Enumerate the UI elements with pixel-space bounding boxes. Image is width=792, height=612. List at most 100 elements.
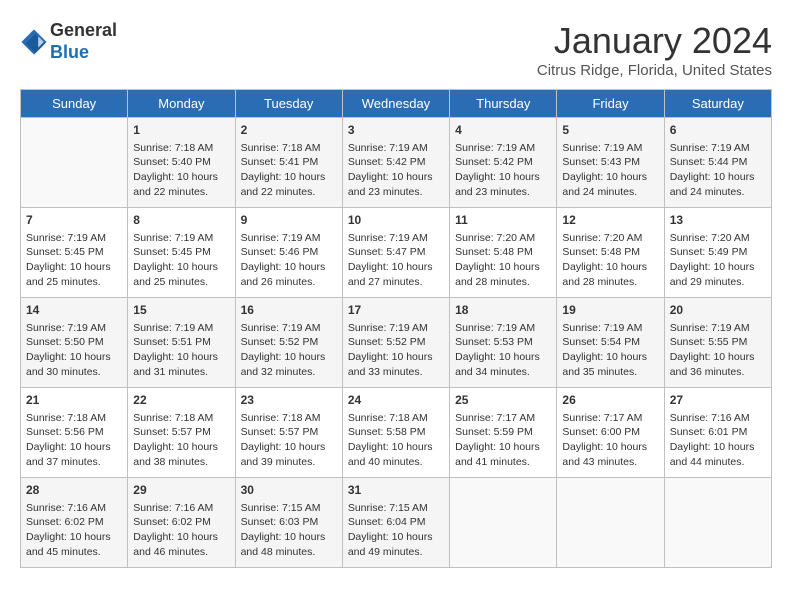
day-info: Sunrise: 7:19 AM Sunset: 5:50 PM Dayligh… — [26, 321, 122, 380]
day-number: 18 — [455, 302, 551, 319]
calendar-day-cell: 19 Sunrise: 7:19 AM Sunset: 5:54 PM Dayli… — [557, 298, 664, 388]
calendar-day-cell: 2 Sunrise: 7:18 AM Sunset: 5:41 PM Daylig… — [235, 118, 342, 208]
logo: General Blue — [20, 20, 117, 63]
calendar-day-cell: 15 Sunrise: 7:19 AM Sunset: 5:51 PM Dayli… — [128, 298, 235, 388]
calendar-day-cell: 1Sunrise: 7:18 AM Sunset: 5:40 PM Daylig… — [128, 118, 235, 208]
calendar-week-row: 14Sunrise: 7:19 AM Sunset: 5:50 PM Dayli… — [21, 298, 772, 388]
day-info: Sunrise: 7:15 AM Sunset: 6:04 PM Dayligh… — [348, 501, 444, 560]
day-info: Sunrise: 7:17 AM Sunset: 6:00 PM Dayligh… — [562, 411, 658, 470]
weekday-header-cell: Saturday — [664, 90, 771, 118]
day-info: Sunrise: 7:16 AM Sunset: 6:02 PM Dayligh… — [26, 501, 122, 560]
day-info: Sunrise: 7:16 AM Sunset: 6:02 PM Dayligh… — [133, 501, 229, 560]
day-number: 20 — [670, 302, 766, 319]
day-info: Sunrise: 7:19 AM Sunset: 5:47 PM Dayligh… — [348, 231, 444, 290]
day-number: 5 — [562, 122, 658, 139]
day-info: Sunrise: 7:19 AM Sunset: 5:53 PM Dayligh… — [455, 321, 551, 380]
day-info: Sunrise: 7:19 AM Sunset: 5:43 PM Dayligh… — [562, 141, 658, 200]
day-info: Sunrise: 7:20 AM Sunset: 5:48 PM Dayligh… — [455, 231, 551, 290]
day-info: Sunrise: 7:19 AM Sunset: 5:52 PM Dayligh… — [241, 321, 337, 380]
day-info: Sunrise: 7:15 AM Sunset: 6:03 PM Dayligh… — [241, 501, 337, 560]
day-number: 21 — [26, 392, 122, 409]
day-number: 15 — [133, 302, 229, 319]
day-number: 19 — [562, 302, 658, 319]
calendar-day-cell — [664, 478, 771, 568]
day-number: 6 — [670, 122, 766, 139]
day-info: Sunrise: 7:20 AM Sunset: 5:49 PM Dayligh… — [670, 231, 766, 290]
calendar-day-cell: 7 Sunrise: 7:19 AM Sunset: 5:45 PM Daylig… — [21, 208, 128, 298]
day-info: Sunrise: 7:18 AM Sunset: 5:58 PM Dayligh… — [348, 411, 444, 470]
day-number: 22 — [133, 392, 229, 409]
day-number: 9 — [241, 212, 337, 229]
day-number: 30 — [241, 482, 337, 499]
day-info: Sunrise: 7:19 AM Sunset: 5:54 PM Dayligh… — [562, 321, 658, 380]
calendar-day-cell — [21, 118, 128, 208]
day-info: Sunrise: 7:19 AM Sunset: 5:45 PM Dayligh… — [133, 231, 229, 290]
day-info: Sunrise: 7:19 AM Sunset: 5:52 PM Dayligh… — [348, 321, 444, 380]
day-info: Sunrise: 7:19 AM Sunset: 5:46 PM Dayligh… — [241, 231, 337, 290]
calendar-week-row: 28 Sunrise: 7:16 AM Sunset: 6:02 PM Dayli… — [21, 478, 772, 568]
calendar-day-cell: 27 Sunrise: 7:16 AM Sunset: 6:01 PM Dayli… — [664, 388, 771, 478]
calendar-day-cell: 13Sunrise: 7:20 AM Sunset: 5:49 PM Dayli… — [664, 208, 771, 298]
day-number: 10 — [348, 212, 444, 229]
calendar-day-cell: 5 Sunrise: 7:19 AM Sunset: 5:43 PM Daylig… — [557, 118, 664, 208]
title-block: January 2024 Citrus Ridge, Florida, Unit… — [537, 20, 772, 79]
location: Citrus Ridge, Florida, United States — [537, 62, 772, 79]
calendar-day-cell: 12 Sunrise: 7:20 AM Sunset: 5:48 PM Dayli… — [557, 208, 664, 298]
calendar-day-cell: 8 Sunrise: 7:19 AM Sunset: 5:45 PM Daylig… — [128, 208, 235, 298]
day-info: Sunrise: 7:18 AM Sunset: 5:41 PM Dayligh… — [241, 141, 337, 200]
weekday-header-cell: Sunday — [21, 90, 128, 118]
day-info: Sunrise: 7:16 AM Sunset: 6:01 PM Dayligh… — [670, 411, 766, 470]
calendar-day-cell: 11 Sunrise: 7:20 AM Sunset: 5:48 PM Dayli… — [450, 208, 557, 298]
day-info: Sunrise: 7:19 AM Sunset: 5:42 PM Dayligh… — [455, 141, 551, 200]
day-number: 12 — [562, 212, 658, 229]
page-header: General Blue January 2024 Citrus Ridge, … — [20, 20, 772, 79]
weekday-header-cell: Wednesday — [342, 90, 449, 118]
day-number: 24 — [348, 392, 444, 409]
calendar-day-cell: 23 Sunrise: 7:18 AM Sunset: 5:57 PM Dayli… — [235, 388, 342, 478]
calendar-table: SundayMondayTuesdayWednesdayThursdayFrid… — [20, 89, 772, 568]
day-info: Sunrise: 7:18 AM Sunset: 5:57 PM Dayligh… — [241, 411, 337, 470]
calendar-day-cell: 28 Sunrise: 7:16 AM Sunset: 6:02 PM Dayli… — [21, 478, 128, 568]
calendar-day-cell: 16 Sunrise: 7:19 AM Sunset: 5:52 PM Dayli… — [235, 298, 342, 388]
calendar-day-cell: 6Sunrise: 7:19 AM Sunset: 5:44 PM Daylig… — [664, 118, 771, 208]
day-number: 3 — [348, 122, 444, 139]
day-number: 4 — [455, 122, 551, 139]
day-info: Sunrise: 7:19 AM Sunset: 5:42 PM Dayligh… — [348, 141, 444, 200]
calendar-day-cell: 22 Sunrise: 7:18 AM Sunset: 5:57 PM Dayli… — [128, 388, 235, 478]
logo-text: General Blue — [50, 20, 117, 63]
calendar-week-row: 21Sunrise: 7:18 AM Sunset: 5:56 PM Dayli… — [21, 388, 772, 478]
weekday-header-cell: Friday — [557, 90, 664, 118]
calendar-day-cell: 30 Sunrise: 7:15 AM Sunset: 6:03 PM Dayli… — [235, 478, 342, 568]
calendar-day-cell: 9 Sunrise: 7:19 AM Sunset: 5:46 PM Daylig… — [235, 208, 342, 298]
calendar-body: 1Sunrise: 7:18 AM Sunset: 5:40 PM Daylig… — [21, 118, 772, 568]
calendar-day-cell: 10 Sunrise: 7:19 AM Sunset: 5:47 PM Dayli… — [342, 208, 449, 298]
calendar-day-cell: 17Sunrise: 7:19 AM Sunset: 5:52 PM Dayli… — [342, 298, 449, 388]
calendar-day-cell — [450, 478, 557, 568]
day-info: Sunrise: 7:18 AM Sunset: 5:40 PM Dayligh… — [133, 141, 229, 200]
day-info: Sunrise: 7:20 AM Sunset: 5:48 PM Dayligh… — [562, 231, 658, 290]
calendar-day-cell — [557, 478, 664, 568]
day-info: Sunrise: 7:19 AM Sunset: 5:45 PM Dayligh… — [26, 231, 122, 290]
day-number: 23 — [241, 392, 337, 409]
calendar-day-cell: 14Sunrise: 7:19 AM Sunset: 5:50 PM Dayli… — [21, 298, 128, 388]
calendar-day-cell: 31 Sunrise: 7:15 AM Sunset: 6:04 PM Dayli… — [342, 478, 449, 568]
day-info: Sunrise: 7:17 AM Sunset: 5:59 PM Dayligh… — [455, 411, 551, 470]
weekday-header-cell: Thursday — [450, 90, 557, 118]
day-number: 7 — [26, 212, 122, 229]
calendar-day-cell: 3 Sunrise: 7:19 AM Sunset: 5:42 PM Daylig… — [342, 118, 449, 208]
day-number: 16 — [241, 302, 337, 319]
day-number: 11 — [455, 212, 551, 229]
day-number: 31 — [348, 482, 444, 499]
day-number: 27 — [670, 392, 766, 409]
day-number: 29 — [133, 482, 229, 499]
day-number: 2 — [241, 122, 337, 139]
day-info: Sunrise: 7:19 AM Sunset: 5:55 PM Dayligh… — [670, 321, 766, 380]
day-info: Sunrise: 7:18 AM Sunset: 5:57 PM Dayligh… — [133, 411, 229, 470]
calendar-day-cell: 26Sunrise: 7:17 AM Sunset: 6:00 PM Dayli… — [557, 388, 664, 478]
day-info: Sunrise: 7:19 AM Sunset: 5:51 PM Dayligh… — [133, 321, 229, 380]
logo-icon — [20, 28, 48, 56]
calendar-day-cell: 18 Sunrise: 7:19 AM Sunset: 5:53 PM Dayli… — [450, 298, 557, 388]
calendar-week-row: 7 Sunrise: 7:19 AM Sunset: 5:45 PM Daylig… — [21, 208, 772, 298]
day-number: 8 — [133, 212, 229, 229]
day-number: 28 — [26, 482, 122, 499]
